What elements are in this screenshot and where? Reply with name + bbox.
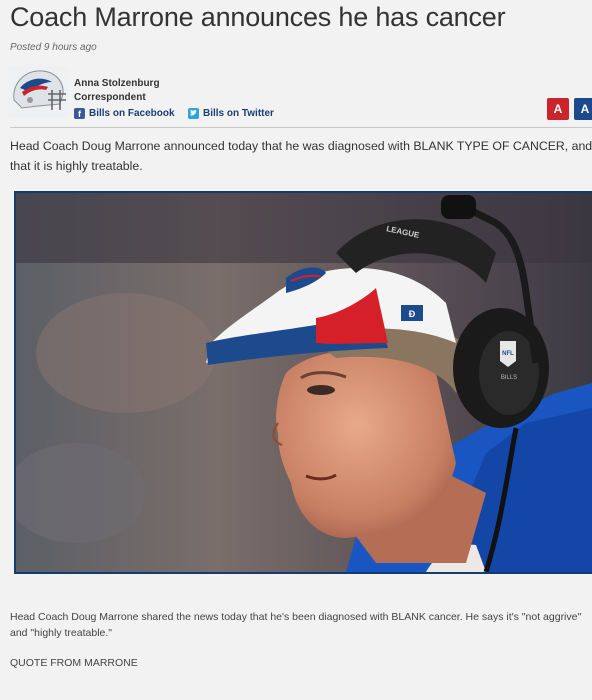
font-size-large-button[interactable]: A — [574, 98, 592, 120]
posted-time: Posted 9 hours ago — [10, 42, 97, 53]
font-size-small-button[interactable]: A — [547, 98, 569, 120]
twitter-link-label: Bills on Twitter — [203, 108, 274, 119]
photo-caption: Head Coach Doug Marrone shared the news … — [10, 611, 582, 639]
article-headline: Coach Marrone announces he has cancer — [10, 2, 506, 32]
twitter-icon — [188, 108, 199, 119]
headset-label: BILLS — [501, 375, 517, 381]
facebook-link-label: Bills on Facebook — [89, 108, 175, 119]
article-photo: Ð LEAGUE NFL BILLS — [14, 191, 592, 574]
quote-placeholder: QUOTE FROM MARRONE — [10, 657, 138, 669]
article-lead: Head Coach Doug Marrone announced today … — [10, 139, 592, 173]
headset-badge: NFL — [502, 351, 514, 357]
bills-helmet-icon — [8, 66, 68, 118]
bills-twitter-link[interactable]: Bills on Twitter — [188, 108, 274, 119]
divider — [10, 127, 592, 128]
bills-facebook-link[interactable]: f Bills on Facebook — [74, 108, 175, 119]
author-name[interactable]: Anna Stolzenburg — [74, 78, 160, 89]
facebook-icon: f — [74, 108, 85, 119]
author-role: Correspondent — [74, 92, 146, 103]
svg-text:Ð: Ð — [409, 309, 416, 319]
byline: Anna Stolzenburg Correspondent f Bills o… — [8, 66, 592, 126]
